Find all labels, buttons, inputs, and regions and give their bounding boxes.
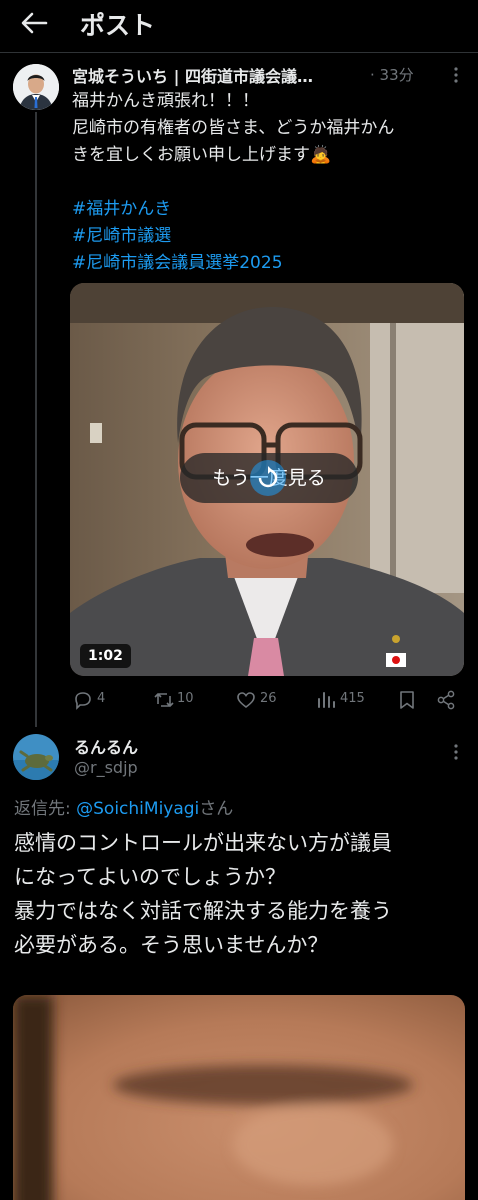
video-player[interactable]: もう一度見る 1:02: [70, 283, 464, 676]
post-text-line: 福井かんき頑張れ！！！: [72, 91, 259, 111]
video-duration-badge: 1:02: [80, 644, 131, 668]
replying-to-mention[interactable]: @SoichiMiyagi: [76, 799, 199, 819]
reply-text-line: になってよいのでしょうか？: [14, 865, 286, 889]
hashtag-link[interactable]: #福井かんき: [72, 196, 171, 223]
post-time[interactable]: · 33分: [370, 64, 414, 85]
replay-icon[interactable]: [250, 460, 286, 496]
page-title: ポスト: [80, 11, 156, 40]
author-avatar[interactable]: [13, 64, 59, 110]
reply-count: 4: [97, 691, 106, 706]
share-icon: [437, 690, 455, 710]
repost-count: 10: [177, 691, 194, 706]
repost-icon: [154, 693, 174, 707]
share-action[interactable]: [436, 688, 456, 712]
like-count: 26: [260, 691, 277, 706]
post-text-line: きを宜しくお願い申し上げます🙇: [72, 145, 332, 165]
reply-author-name[interactable]: るんるん: [74, 734, 138, 758]
reply-text-line: 必要がある。そう思いませんか？: [14, 933, 329, 957]
replying-to-line: 返信先: @SoichiMiyagiさん: [14, 794, 233, 819]
bookmark-action[interactable]: [398, 688, 418, 712]
reply-icon: [75, 692, 91, 710]
hashtag-link[interactable]: #尼崎市議選: [72, 223, 171, 250]
heart-icon: [237, 692, 255, 709]
more-options-icon[interactable]: [453, 743, 459, 761]
reply-author-handle[interactable]: @r_sdjp: [74, 758, 138, 777]
replying-to-suffix: さん: [199, 799, 234, 819]
top-app-bar: ポスト: [0, 0, 478, 50]
header-divider: [0, 52, 478, 53]
view-count: 415: [340, 691, 365, 706]
hashtag-link[interactable]: #尼崎市議会議員選挙2025: [72, 250, 283, 277]
author-name[interactable]: 宮城そういち | 四街道市議会議…: [72, 63, 313, 87]
reply-text-line: 暴力ではなく対話で解決する能力を養う: [14, 899, 392, 923]
reply-text: 感情のコントロールが出来ない方が議員 になってよいのでしょうか？ 暴力ではなく対…: [14, 826, 470, 962]
bookmark-icon: [400, 691, 414, 709]
views-chart-icon: [318, 692, 335, 708]
thread-connector-line: [35, 112, 37, 727]
reply-text-line: 感情のコントロールが出来ない方が議員: [14, 831, 392, 855]
more-options-icon[interactable]: [453, 66, 459, 84]
reply-author-avatar[interactable]: [13, 734, 59, 780]
back-arrow-icon[interactable]: [18, 9, 50, 37]
post-text-line: 尼崎市の有権者の皆さま、どうか福井かん: [72, 118, 395, 138]
replying-to-prefix: 返信先:: [14, 799, 77, 819]
reply-media-image[interactable]: [13, 995, 465, 1200]
